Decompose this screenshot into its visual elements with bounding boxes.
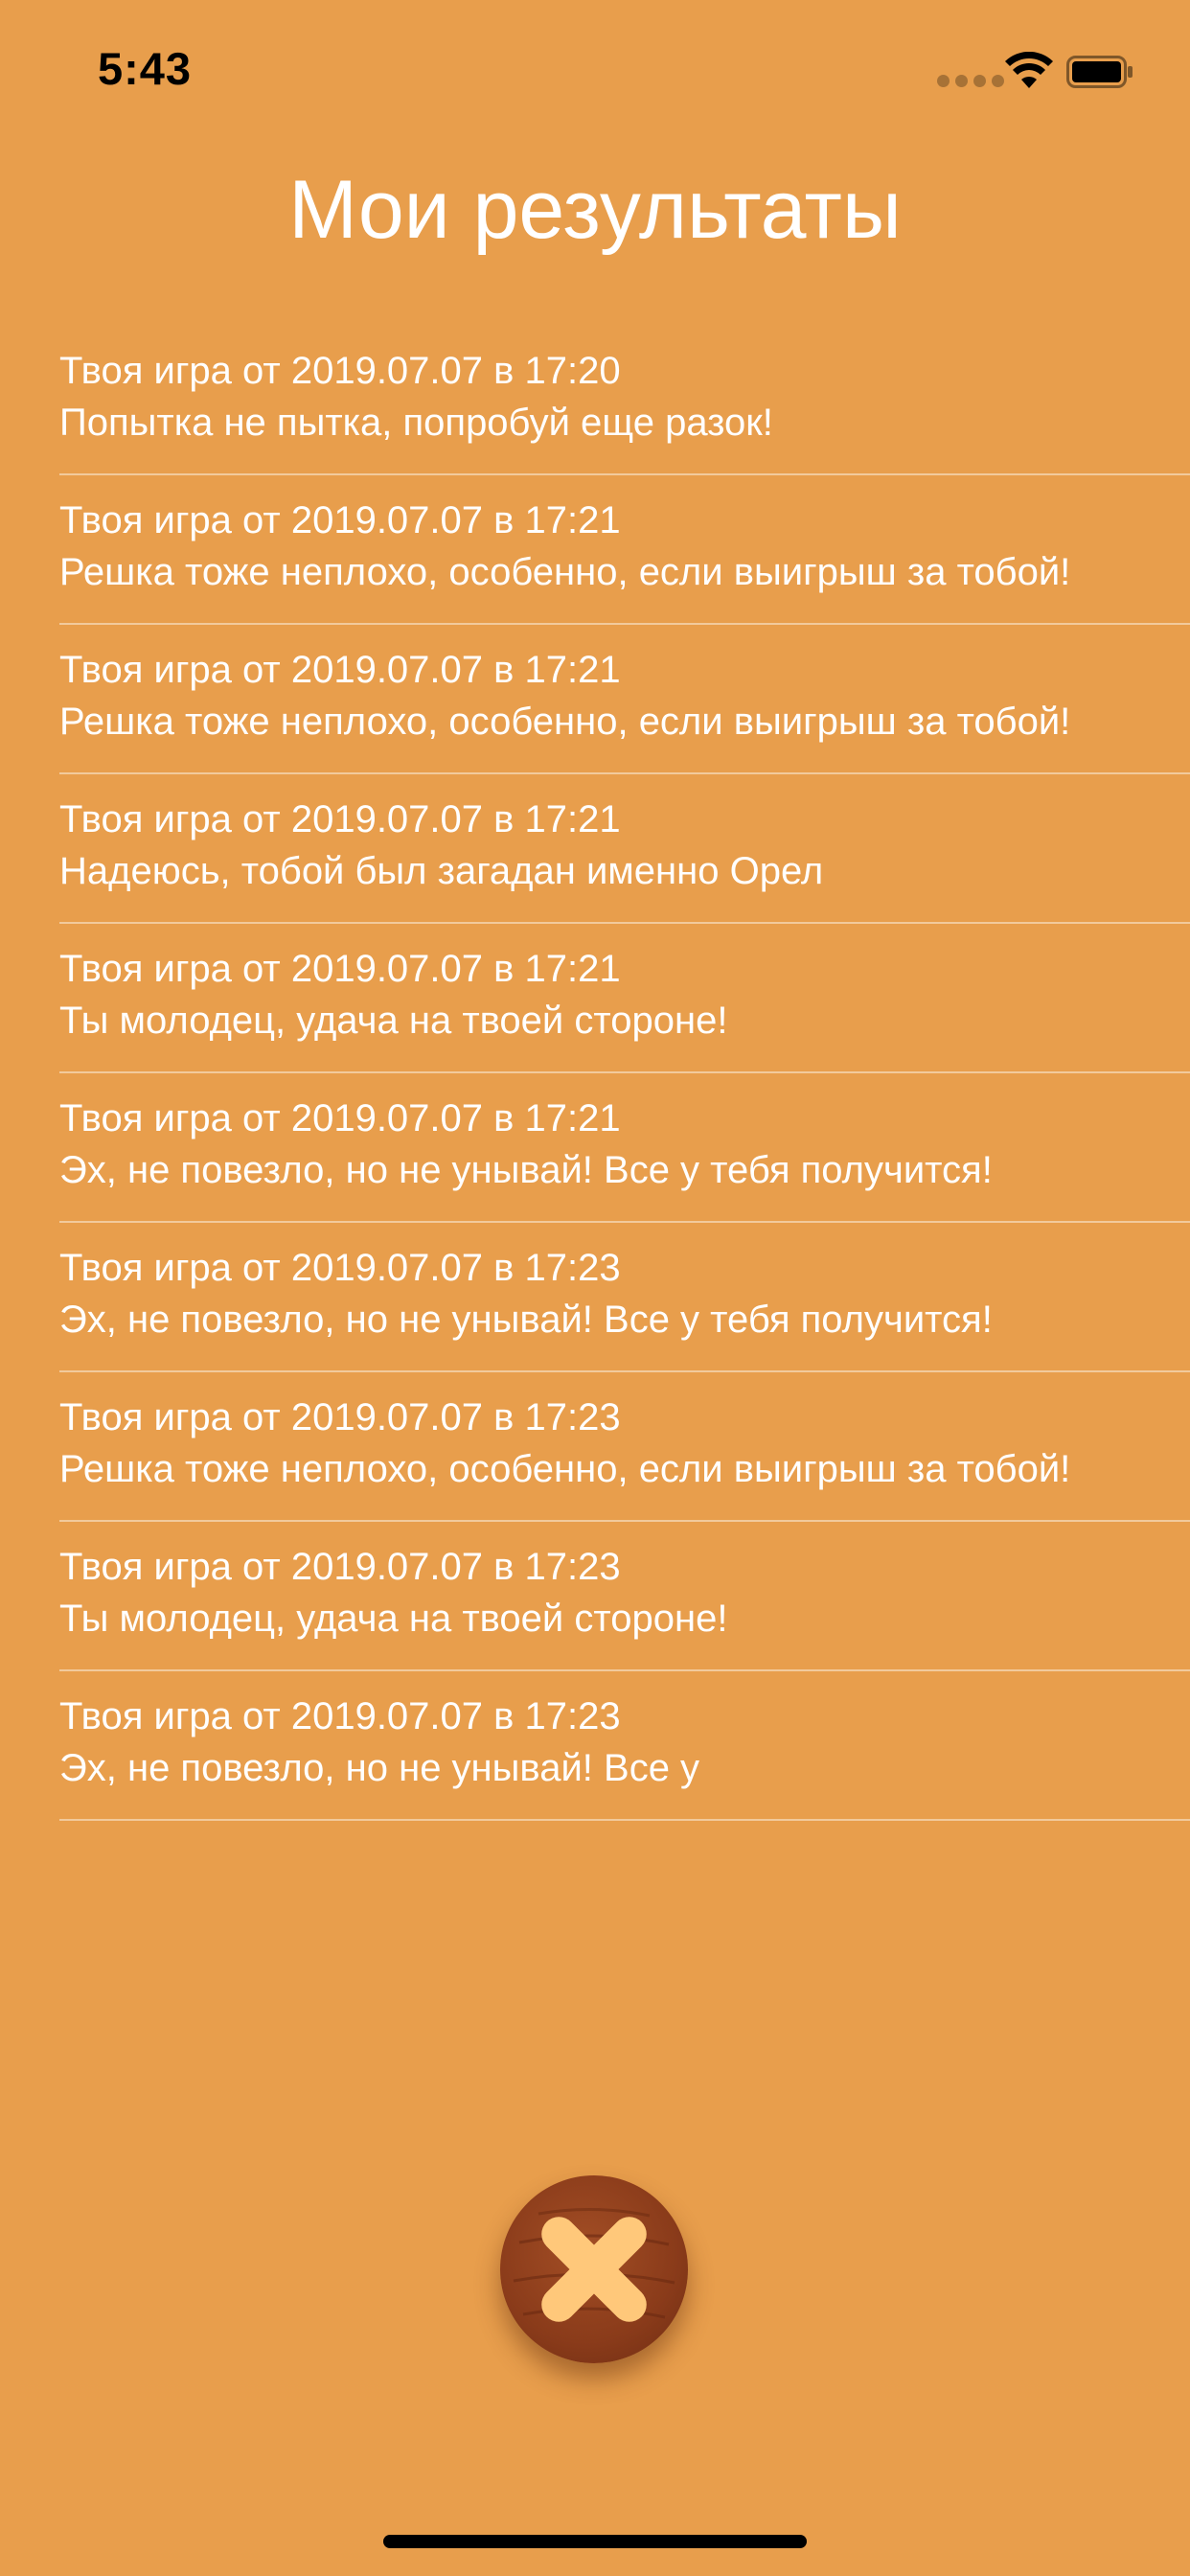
page-title: Мои результаты <box>288 164 902 256</box>
result-date: Твоя игра от 2019.07.07 в 17:23 <box>59 1247 621 1289</box>
results-list[interactable]: Твоя игра от 2019.07.07 в 17:20 Попытка н… <box>0 326 1190 2118</box>
row-spacer <box>0 1046 1190 1071</box>
result-message: Ты молодец, удача на твоей стороне! <box>59 1000 728 1042</box>
result-date: Твоя игра от 2019.07.07 в 17:21 <box>59 1097 621 1139</box>
row-divider <box>59 1819 1190 1821</box>
row-spacer <box>0 1346 1190 1370</box>
result-message: Решка тоже неплохо, особенно, если выигр… <box>59 551 1071 593</box>
result-date: Твоя игра от 2019.07.07 в 17:23 <box>59 1546 621 1588</box>
result-row[interactable]: Твоя игра от 2019.07.07 в 17:20 Попытка н… <box>0 326 1190 448</box>
result-message: Попытка не пытка, попробуй еще разок! <box>59 402 773 444</box>
result-message: Эх, не повезло, но не унывай! Все у тебя… <box>59 1299 993 1341</box>
result-date: Твоя игра от 2019.07.07 в 17:23 <box>59 1396 621 1438</box>
status-bar: 5:43 <box>0 0 1190 144</box>
result-row[interactable]: Твоя игра от 2019.07.07 в 17:21 Надеюсь, … <box>0 774 1190 897</box>
signal-dots-icon <box>937 75 1004 87</box>
row-spacer <box>0 1495 1190 1520</box>
row-spacer <box>0 1644 1190 1669</box>
result-message: Решка тоже неплохо, особенно, если выигр… <box>59 1448 1071 1490</box>
row-spacer <box>0 897 1190 922</box>
row-spacer <box>0 748 1190 772</box>
result-date: Твоя игра от 2019.07.07 в 17:21 <box>59 948 621 990</box>
result-message: Решка тоже неплохо, особенно, если выигр… <box>59 701 1071 743</box>
result-date: Твоя игра от 2019.07.07 в 17:21 <box>59 649 621 691</box>
result-row[interactable]: Твоя игра от 2019.07.07 в 17:21 Ты молоде… <box>0 924 1190 1046</box>
result-message: Ты молодец, удача на твоей стороне! <box>59 1598 728 1640</box>
result-row[interactable]: Твоя игра от 2019.07.07 в 17:23 Ты молоде… <box>0 1522 1190 1644</box>
home-indicator[interactable] <box>383 2535 807 2548</box>
result-date: Твоя игра от 2019.07.07 в 17:21 <box>59 499 621 541</box>
result-row[interactable]: Твоя игра от 2019.07.07 в 17:23 Эх, не по… <box>0 1671 1190 1794</box>
battery-icon <box>1066 56 1133 88</box>
result-message: Эх, не повезло, но не унывай! Все у <box>59 1747 700 1789</box>
row-spacer <box>0 448 1190 473</box>
row-spacer <box>0 598 1190 623</box>
result-row[interactable]: Твоя игра от 2019.07.07 в 17:21 Эх, не по… <box>0 1073 1190 1196</box>
result-row[interactable]: Твоя игра от 2019.07.07 в 17:23 Решка тож… <box>0 1372 1190 1495</box>
result-row[interactable]: Твоя игра от 2019.07.07 в 17:21 Решка тож… <box>0 625 1190 748</box>
status-time: 5:43 <box>98 43 193 94</box>
wifi-icon <box>1005 52 1053 88</box>
result-message: Надеюсь, тобой был загадан именно Орел <box>59 850 824 892</box>
result-message: Эх, не повезло, но не унывай! Все у тебя… <box>59 1149 993 1191</box>
result-row[interactable]: Твоя игра от 2019.07.07 в 17:21 Решка тож… <box>0 475 1190 598</box>
result-date: Твоя игра от 2019.07.07 в 17:21 <box>59 798 621 840</box>
row-spacer <box>0 1196 1190 1221</box>
result-row[interactable]: Твоя игра от 2019.07.07 в 17:23 Эх, не по… <box>0 1223 1190 1346</box>
result-date: Твоя игра от 2019.07.07 в 17:20 <box>59 350 621 392</box>
close-x-icon <box>513 2207 675 2322</box>
result-date: Твоя игра от 2019.07.07 в 17:23 <box>59 1695 621 1737</box>
close-button[interactable] <box>500 2175 688 2363</box>
row-spacer <box>0 1794 1190 1819</box>
